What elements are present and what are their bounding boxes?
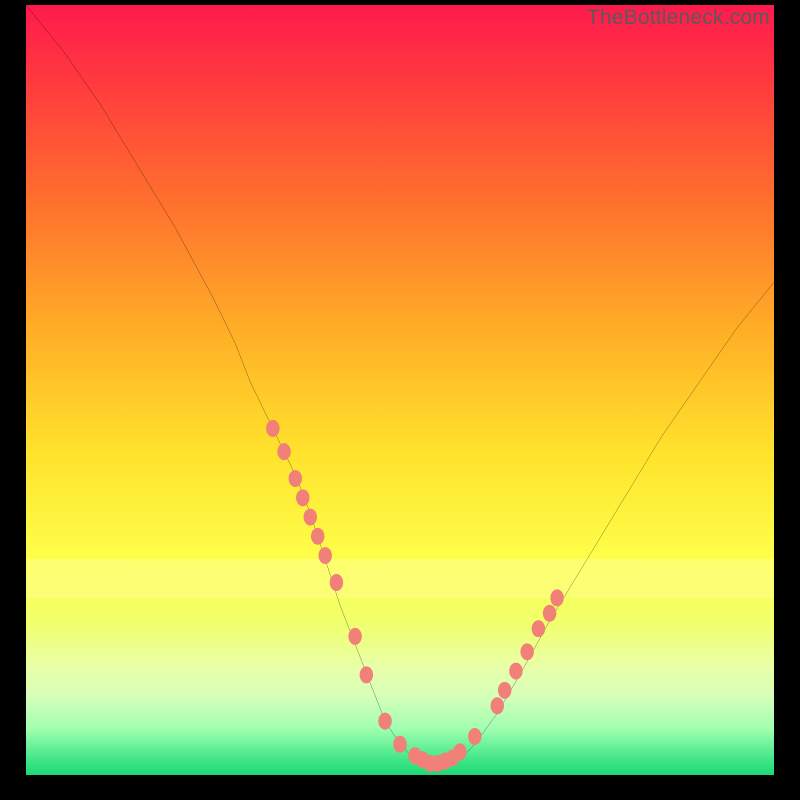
curve-line [26,5,774,767]
marker-dot [296,489,309,506]
chart-frame [26,5,774,775]
marker-dot [498,682,511,699]
marker-dot [491,697,504,714]
marker-dot [266,420,279,437]
curve-markers [266,420,564,772]
marker-dot [393,736,406,753]
marker-dot [509,663,522,680]
chart-svg [26,5,774,775]
marker-dot [453,743,466,760]
marker-dot [330,574,343,591]
marker-dot [289,470,302,487]
marker-dot [378,713,391,730]
marker-dot [348,628,361,645]
marker-dot [550,589,563,606]
marker-dot [360,666,373,683]
marker-dot [277,443,290,460]
marker-dot [543,605,556,622]
marker-dot [304,509,317,526]
watermark-text: TheBottleneck.com [587,6,770,30]
marker-dot [311,528,324,545]
marker-dot [520,643,533,660]
marker-dot [468,728,481,745]
marker-dot [532,620,545,637]
marker-dot [318,547,331,564]
